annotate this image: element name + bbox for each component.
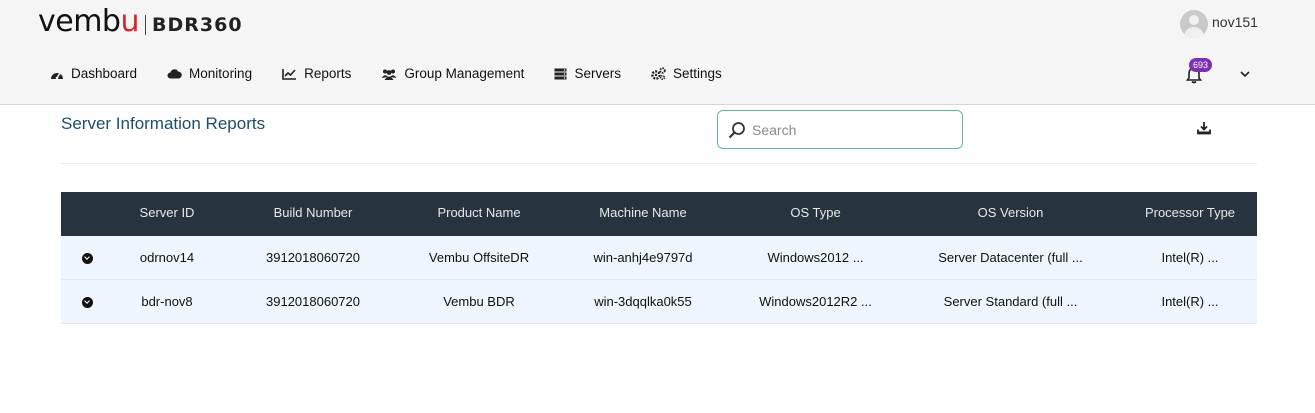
logo-separator <box>145 14 146 35</box>
cell-server-id: odrnov14 <box>113 234 221 280</box>
cell-processor-type: Intel(R) ... <box>1123 279 1257 324</box>
column-header-processor-type[interactable]: Processor Type <box>1123 192 1257 236</box>
cloud-icon <box>167 69 182 79</box>
nav-label: Servers <box>574 66 621 81</box>
dashboard-icon <box>51 72 63 79</box>
search-icon <box>728 121 745 138</box>
notification-count-badge: 693 <box>1189 58 1213 72</box>
nav-label: Settings <box>672 66 722 81</box>
column-header-product-name[interactable]: Product Name <box>405 192 553 236</box>
cell-os-version: Server Datacenter (full ... <box>898 234 1123 280</box>
server-info-table: Server ID Build Number Product Name Mach… <box>61 192 1257 324</box>
column-header-expand <box>61 192 113 236</box>
expand-row-icon[interactable] <box>81 297 93 309</box>
cell-os-version: Server Standard (full ... <box>898 279 1123 324</box>
cell-build-number: 3912018060720 <box>221 279 405 324</box>
cell-machine-name: win-3dqqlka0k55 <box>553 279 733 324</box>
cell-server-id: bdr-nov8 <box>113 279 221 324</box>
column-header-os-type[interactable]: OS Type <box>733 192 898 236</box>
nav-item-monitoring[interactable]: Monitoring <box>167 66 252 81</box>
users-icon <box>381 69 397 80</box>
gears-icon <box>651 67 666 80</box>
table-header-row: Server ID Build Number Product Name Mach… <box>61 192 1257 236</box>
cell-processor-type: Intel(R) ... <box>1123 234 1257 280</box>
nav-label: Reports <box>304 66 352 81</box>
cell-product-name: Vembu BDR <box>405 279 553 324</box>
nav-item-reports[interactable]: Reports <box>282 66 351 81</box>
avatar[interactable] <box>1180 10 1208 38</box>
nav-label: Monitoring <box>189 66 253 81</box>
column-header-build-number[interactable]: Build Number <box>221 192 405 236</box>
table-row[interactable]: odrnov14 3912018060720 Vembu OffsiteDR w… <box>61 234 1257 280</box>
vembu-logo[interactable]: vembu BDR360 <box>38 4 243 39</box>
column-header-os-version[interactable]: OS Version <box>898 192 1123 236</box>
nav-item-servers[interactable]: Servers <box>554 66 621 81</box>
expand-row-icon[interactable] <box>81 253 93 265</box>
header-divider <box>61 163 1257 164</box>
expand-cell[interactable] <box>61 279 113 324</box>
cell-machine-name: win-anhj4e9797d <box>553 234 733 280</box>
nav-label: Dashboard <box>71 66 138 81</box>
nav-label: Group Management <box>404 66 525 81</box>
top-header: vembu BDR360 nov151 Dashboard Monitoring… <box>0 0 1315 105</box>
server-icon <box>554 68 567 79</box>
cell-build-number: 3912018060720 <box>221 234 405 280</box>
search-box[interactable] <box>717 110 963 149</box>
cell-os-type: Windows2012 ... <box>733 234 898 280</box>
main-nav: Dashboard Monitoring Reports Group Manag… <box>50 66 752 81</box>
table-row[interactable]: bdr-nov8 3912018060720 Vembu BDR win-3dq… <box>61 279 1257 324</box>
username[interactable]: nov151 <box>1212 14 1258 30</box>
logo-product-name: BDR360 <box>152 13 243 36</box>
nav-item-group-management[interactable]: Group Management <box>381 66 524 81</box>
cell-os-type: Windows2012R2 ... <box>733 279 898 324</box>
user-menu[interactable]: nov151 <box>1180 10 1258 38</box>
page-title: Server Information Reports <box>61 114 266 133</box>
download-icon[interactable] <box>1197 121 1211 135</box>
chevron-down-icon[interactable] <box>1240 70 1250 78</box>
nav-item-dashboard[interactable]: Dashboard <box>50 66 137 81</box>
column-header-machine-name[interactable]: Machine Name <box>553 192 733 236</box>
column-header-server-id[interactable]: Server ID <box>113 192 221 236</box>
logo-wordmark: vembu <box>38 4 139 39</box>
expand-cell[interactable] <box>61 234 113 280</box>
cell-product-name: Vembu OffsiteDR <box>405 234 553 280</box>
search-input[interactable] <box>750 120 954 139</box>
line-chart-icon <box>282 68 297 80</box>
nav-item-settings[interactable]: Settings <box>651 66 722 81</box>
